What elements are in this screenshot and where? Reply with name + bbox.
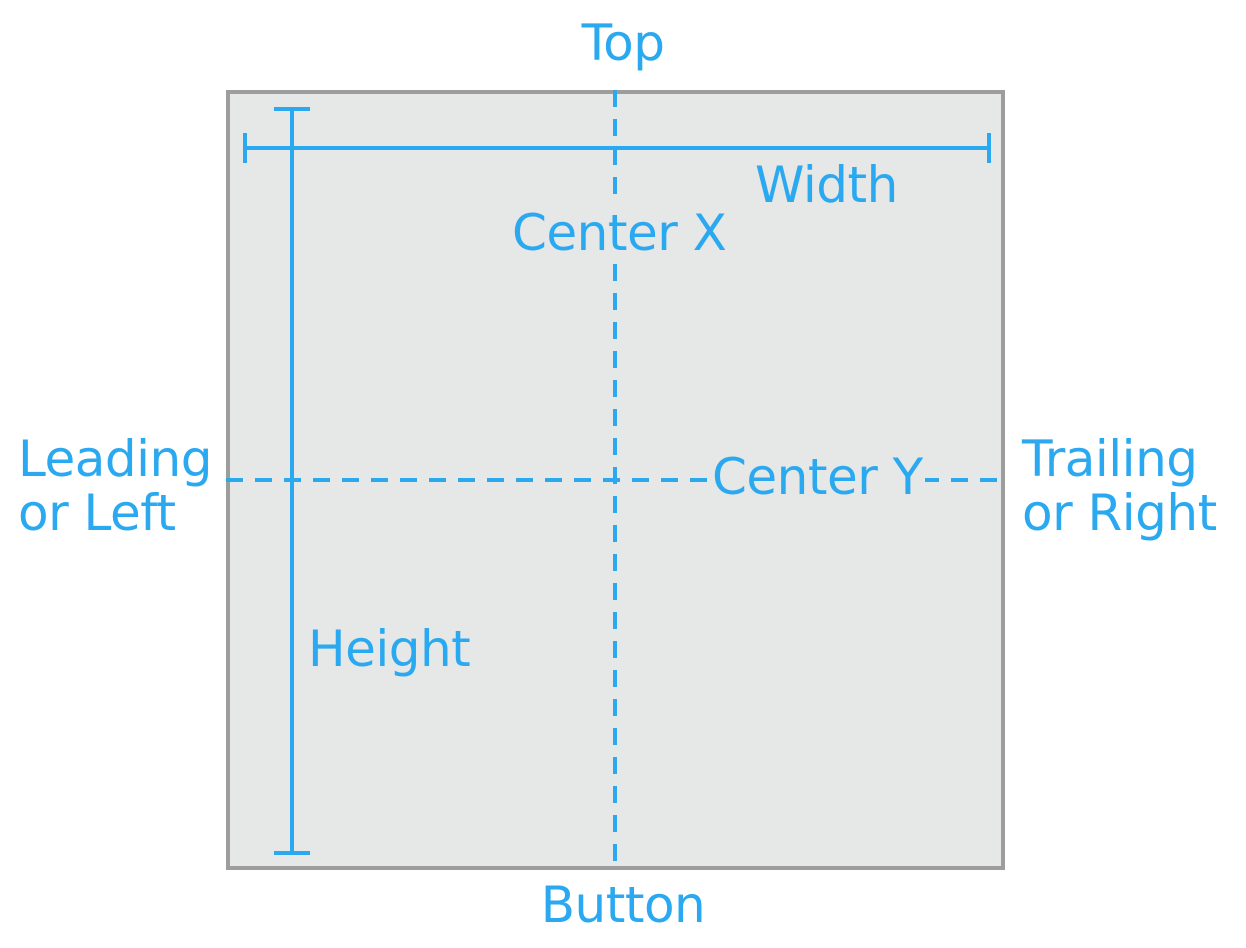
label-center-y: Center Y — [710, 448, 925, 506]
width-measurement-rule — [243, 133, 991, 163]
label-center-x: Center X — [510, 204, 729, 262]
label-top: Top — [581, 14, 665, 72]
label-width: Width — [755, 156, 898, 214]
label-height: Height — [308, 620, 471, 678]
label-trailing-line-1: Trailing — [1022, 430, 1198, 488]
label-bottom: Button — [540, 876, 706, 934]
label-leading-or-left: Leading or Left — [18, 432, 212, 540]
label-trailing-line-2: or Right — [1022, 484, 1217, 542]
label-leading-line-1: Leading — [18, 430, 212, 488]
label-trailing-or-right: Trailing or Right — [1022, 432, 1217, 540]
label-leading-line-2: or Left — [18, 484, 176, 542]
height-measurement-rule — [274, 107, 310, 855]
diagram-canvas: Top Button Leading or Left Trailing or R… — [0, 0, 1246, 948]
